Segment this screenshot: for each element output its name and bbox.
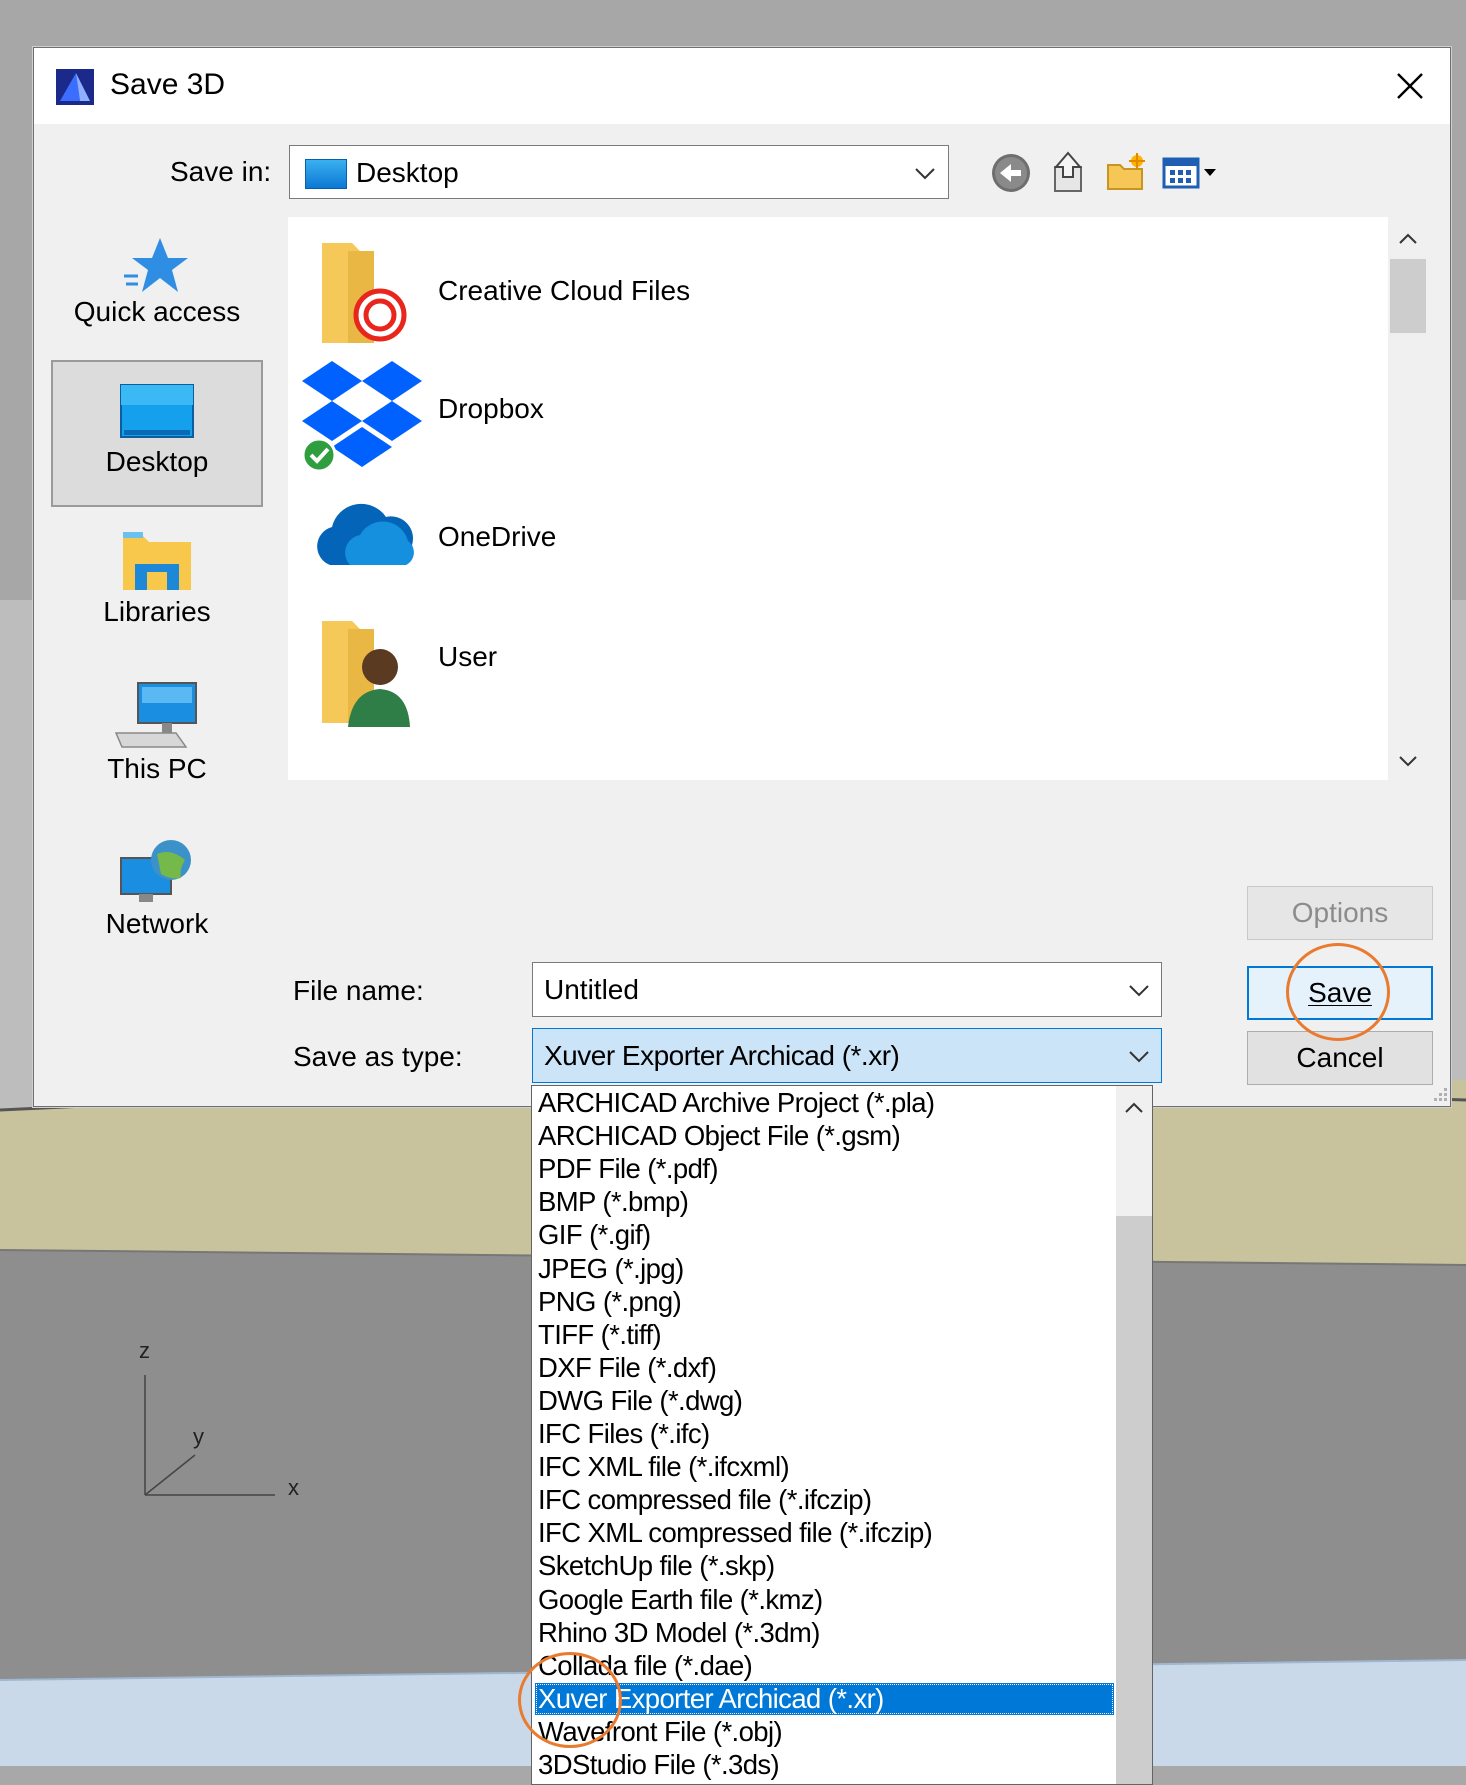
chevron-up-icon (1125, 1102, 1143, 1113)
onedrive-icon (317, 503, 414, 565)
save-button-label: Save (1308, 977, 1372, 1008)
resize-grip-icon[interactable] (1428, 1084, 1448, 1104)
file-name: User (438, 641, 498, 672)
type-option[interactable]: SketchUp file (*.skp) (535, 1550, 1114, 1582)
back-icon[interactable] (989, 151, 1033, 195)
place-libraries[interactable]: Libraries (51, 518, 263, 648)
type-option[interactable]: TIFF (*.tiff) (535, 1319, 1114, 1351)
type-option[interactable]: DXF File (*.dxf) (535, 1352, 1114, 1384)
place-this-pc[interactable]: This PC (51, 673, 263, 803)
quick-access-icon (124, 238, 188, 292)
type-option[interactable]: Google Earth file (*.kmz) (535, 1584, 1114, 1616)
save-3d-dialog: Save 3D Save in: Desktop Quick access De… (33, 47, 1451, 1107)
desktop-icon (120, 384, 194, 438)
type-option[interactable]: BMP (*.bmp) (535, 1186, 1114, 1218)
place-label: This PC (107, 753, 207, 784)
type-option[interactable]: PDF File (*.pdf) (535, 1153, 1114, 1185)
new-folder-icon[interactable] (1104, 151, 1148, 195)
file-list[interactable]: Creative Cloud Files Dropbox OneDrive Us… (288, 217, 1428, 780)
file-item-onedrive[interactable]: OneDrive (288, 477, 1388, 607)
scroll-thumb[interactable] (1116, 1216, 1152, 1784)
save-button[interactable]: Save (1247, 966, 1433, 1020)
chevron-down-icon[interactable] (1127, 979, 1151, 1001)
type-option[interactable]: Collada file (*.dae) (535, 1650, 1114, 1682)
type-option[interactable]: Rhino 3D Model (*.3dm) (535, 1617, 1114, 1649)
file-list-scrollbar[interactable] (1388, 217, 1428, 780)
type-list-scrollbar[interactable] (1116, 1086, 1152, 1784)
save-as-type-value: Xuver Exporter Archicad (*.xr) (544, 1040, 900, 1071)
type-option[interactable]: GIF (*.gif) (535, 1219, 1114, 1251)
save-as-type-label: Save as type: (293, 1041, 463, 1072)
save-in-combo[interactable]: Desktop (289, 145, 949, 199)
chevron-down-icon (1129, 1051, 1149, 1063)
libraries-icon (123, 532, 191, 590)
chevron-up-icon (1399, 233, 1417, 244)
place-network[interactable]: Network (51, 828, 263, 958)
title-bar[interactable]: Save 3D (34, 48, 1450, 124)
type-option[interactable]: IFC XML compressed file (*.ifczip) (535, 1517, 1114, 1549)
file-name: OneDrive (438, 521, 557, 552)
type-option[interactable]: ARCHICAD Object File (*.gsm) (535, 1120, 1114, 1152)
dialog-title: Save 3D (110, 68, 226, 101)
cancel-button[interactable]: Cancel (1247, 1031, 1433, 1085)
save-as-type-dropdown-list[interactable]: ARCHICAD Archive Project (*.pla) ARCHICAD… (531, 1085, 1153, 1785)
dropbox-icon (302, 361, 422, 473)
this-pc-icon (114, 682, 197, 748)
file-name-value: Untitled (544, 974, 639, 1005)
archicad-app-icon (56, 69, 94, 105)
file-item-user[interactable]: User (288, 607, 1388, 737)
type-option[interactable]: JPEG (*.jpg) (535, 1253, 1114, 1285)
close-button[interactable] (1370, 48, 1450, 124)
axis-y-label: y (193, 1424, 204, 1449)
place-label: Desktop (105, 446, 209, 477)
scroll-thumb[interactable] (1390, 259, 1426, 333)
save-as-type-select[interactable]: Xuver Exporter Archicad (*.xr) (532, 1028, 1162, 1083)
axis-z-label: z (139, 1338, 150, 1363)
creative-cloud-folder-icon (322, 243, 407, 343)
place-label: Network (105, 908, 209, 939)
type-option[interactable]: ARCHICAD Archive Project (*.pla) (535, 1087, 1114, 1119)
type-option[interactable]: Xuver Exporter Archicad (*.xr) (535, 1682, 1114, 1715)
save-in-value: Desktop (356, 157, 459, 188)
options-button[interactable]: Options (1247, 886, 1433, 940)
network-icon (120, 840, 191, 902)
place-quick-access[interactable]: Quick access (51, 228, 263, 343)
axis-x-label: x (288, 1475, 299, 1500)
type-option[interactable]: IFC XML file (*.ifcxml) (535, 1451, 1114, 1483)
desktop-small-icon (305, 159, 347, 189)
close-icon (1397, 73, 1423, 99)
chevron-down-icon (915, 168, 935, 180)
save-in-label: Save in: (170, 156, 272, 187)
place-desktop[interactable]: Desktop (51, 360, 263, 507)
type-option[interactable]: IFC compressed file (*.ifczip) (535, 1484, 1114, 1516)
type-option[interactable]: IFC Files (*.ifc) (535, 1418, 1114, 1450)
file-name-label: File name: (293, 975, 424, 1006)
places-bar: Quick access Desktop Libraries This PC N… (51, 218, 263, 1078)
place-label: Quick access (73, 296, 241, 327)
type-option[interactable]: PNG (*.png) (535, 1286, 1114, 1318)
view-menu-icon[interactable] (1161, 151, 1223, 195)
up-folder-icon[interactable] (1047, 151, 1091, 195)
place-label: Libraries (103, 596, 211, 627)
chevron-down-icon (1399, 756, 1417, 767)
file-item-creative-cloud[interactable]: Creative Cloud Files (288, 217, 1388, 347)
file-name-input[interactable]: Untitled (532, 962, 1162, 1017)
type-option[interactable]: Wavefront File (*.obj) (535, 1716, 1114, 1748)
file-name: Dropbox (438, 393, 544, 424)
file-name: Creative Cloud Files (438, 275, 691, 306)
type-option[interactable]: DWG File (*.dwg) (535, 1385, 1114, 1417)
user-folder-icon (322, 621, 410, 727)
file-item-dropbox[interactable]: Dropbox (288, 347, 1388, 477)
type-option[interactable]: 3DStudio File (*.3ds) (535, 1749, 1114, 1781)
